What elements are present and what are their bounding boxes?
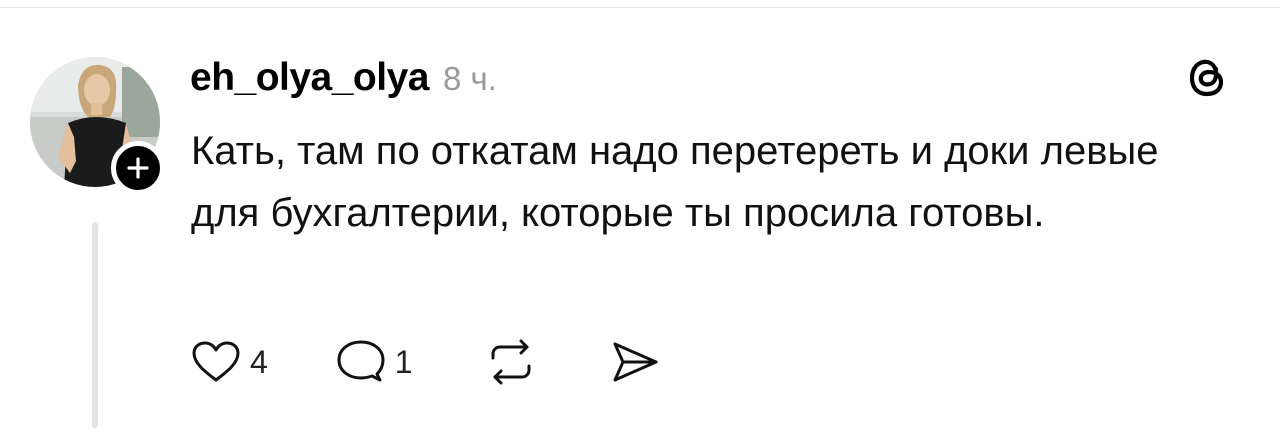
thread-line (92, 222, 98, 428)
username[interactable]: eh_olya_olya (190, 56, 429, 100)
threads-logo-icon (1183, 52, 1233, 102)
reply-count: 1 (394, 343, 413, 380)
like-button[interactable]: 4 (190, 339, 268, 385)
action-bar: 4 1 (190, 336, 661, 388)
top-divider (0, 7, 1280, 8)
share-button[interactable] (609, 338, 661, 386)
reply-button[interactable]: 1 (335, 338, 413, 386)
post-header: eh_olya_olya 8 ч. (190, 56, 497, 100)
plus-icon (127, 157, 149, 179)
post-text: Кать, там по откатам надо перетереть и д… (191, 129, 1159, 235)
repost-icon (491, 339, 531, 385)
like-count: 4 (250, 343, 268, 380)
comment-bubble-icon (337, 340, 385, 382)
timestamp: 8 ч. (442, 60, 497, 97)
follow-button[interactable] (111, 141, 165, 195)
repost-button[interactable] (485, 336, 537, 388)
heart-icon (192, 341, 240, 382)
send-icon (613, 342, 658, 382)
